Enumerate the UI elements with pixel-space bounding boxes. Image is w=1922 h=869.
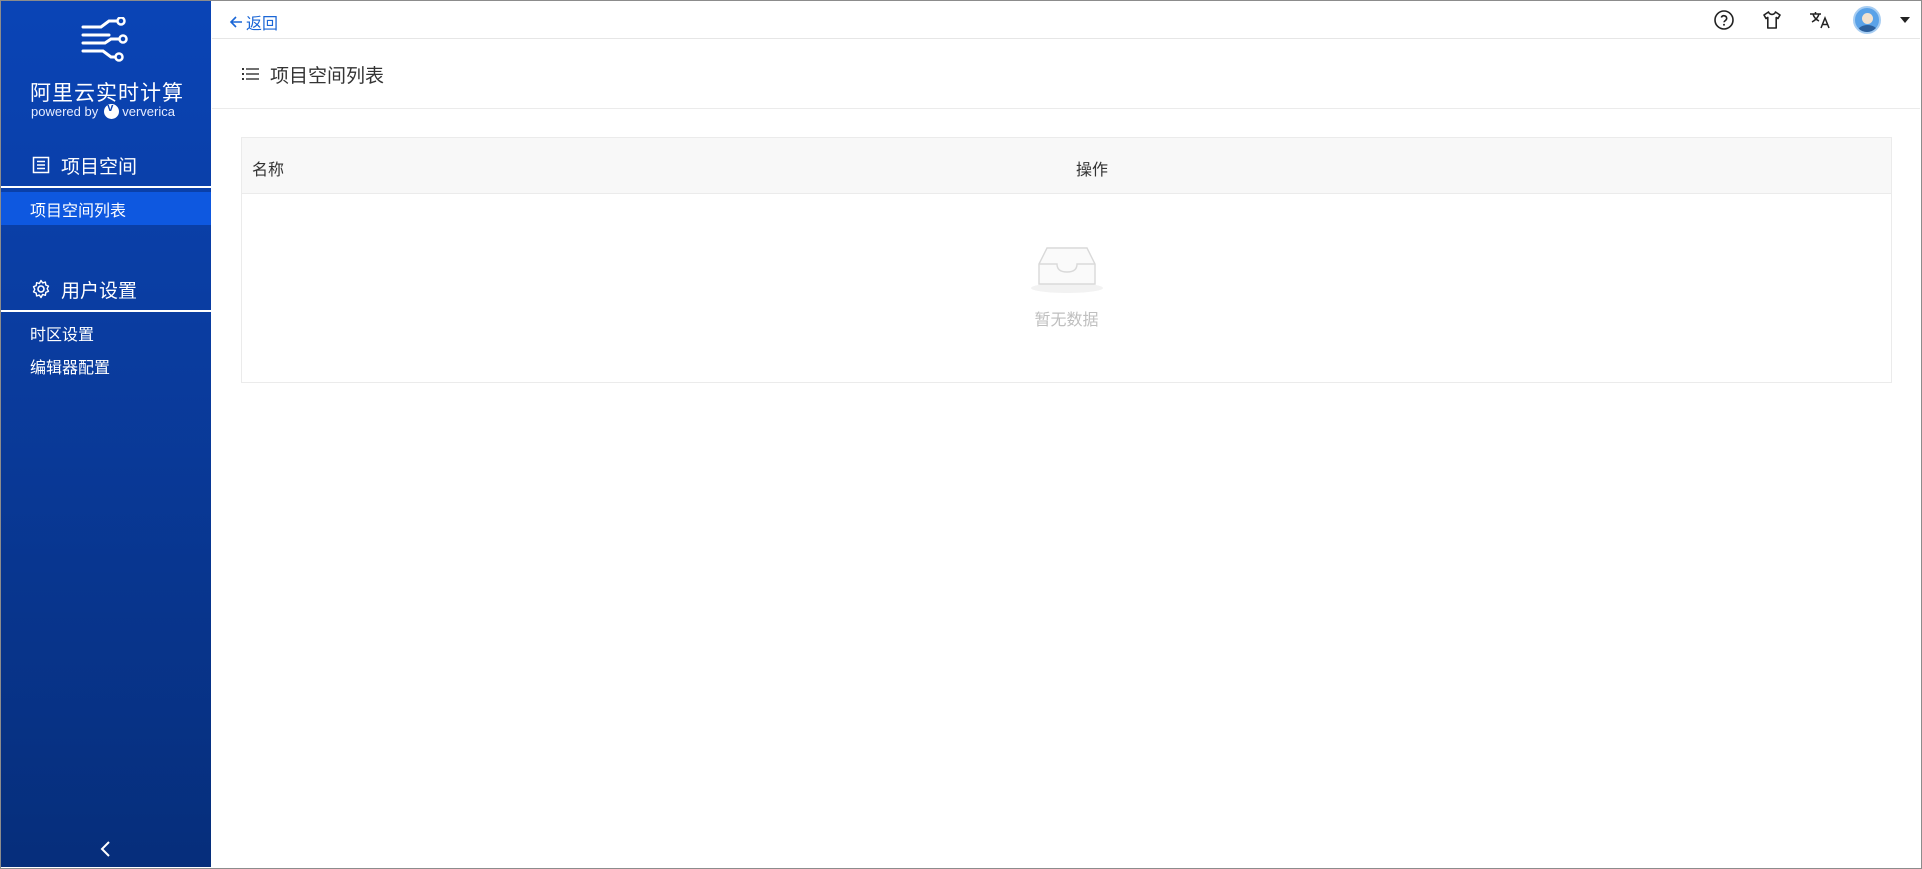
topbar: 返回 (212, 1, 1920, 39)
nav-head-projects: 项目空间 (1, 144, 211, 188)
help-circle-icon (1714, 10, 1734, 30)
nav-head-label: 用户设置 (61, 280, 138, 302)
brand-subtitle: powered by ververica (31, 102, 175, 119)
nav-group-projects: 项目空间 项目空间列表 (1, 144, 211, 225)
nav-head-label: 项目空间 (61, 156, 138, 178)
shirt-icon (1763, 11, 1781, 29)
table-header: 名称 操作 (242, 138, 1891, 194)
user-menu-toggle[interactable] (1890, 1, 1920, 39)
sidebar: 阿里云实时计算 powered by ververica 项目空间 项目空间列表… (1, 1, 211, 867)
gear-icon (31, 279, 51, 299)
column-header-name: 名称 (252, 162, 285, 179)
empty-state (242, 242, 1891, 299)
page-title: 项目空间列表 (270, 65, 385, 87)
user-avatar-button[interactable] (1844, 1, 1890, 39)
sidebar-item-editor-config[interactable]: 编辑器配置 (1, 349, 211, 382)
partner-name: ververica (122, 104, 175, 119)
empty-text: 暂无数据 (1034, 312, 1099, 329)
theme-button[interactable] (1748, 1, 1796, 39)
chevron-left-icon[interactable] (97, 839, 115, 859)
empty-inbox-icon (1030, 247, 1103, 293)
sidebar-item-label: 项目空间列表 (30, 202, 127, 220)
translate-icon (1810, 12, 1830, 29)
app-window (0, 0, 1922, 869)
page-header: 项目空间列表 (212, 40, 1920, 109)
topbar-actions (1700, 1, 1920, 39)
back-button[interactable]: 返回 (228, 10, 278, 34)
project-table: 名称 操作 暂无数据 (241, 137, 1892, 383)
ververica-icon (104, 102, 120, 119)
nav-head-user-settings: 用户设置 (1, 268, 211, 312)
sidebar-item-timezone[interactable]: 时区设置 (1, 316, 211, 349)
language-button[interactable] (1796, 1, 1844, 39)
caret-down-icon (1900, 17, 1910, 23)
arrow-left-icon (229, 16, 242, 28)
sidebar-item-label: 编辑器配置 (30, 359, 111, 377)
back-label: 返回 (246, 16, 279, 33)
sidebar-item-project-list[interactable]: 项目空间列表 (1, 192, 211, 225)
list-box-icon (31, 155, 51, 175)
column-header-actions: 操作 (1076, 162, 1109, 179)
powered-by-text: powered by (31, 104, 99, 119)
avatar (1853, 6, 1881, 34)
list-icon (242, 68, 259, 80)
help-button[interactable] (1700, 1, 1748, 39)
logo-icon (81, 17, 128, 62)
sidebar-item-label: 时区设置 (30, 326, 95, 344)
nav-group-user-settings: 用户设置 时区设置 编辑器配置 (1, 268, 211, 382)
